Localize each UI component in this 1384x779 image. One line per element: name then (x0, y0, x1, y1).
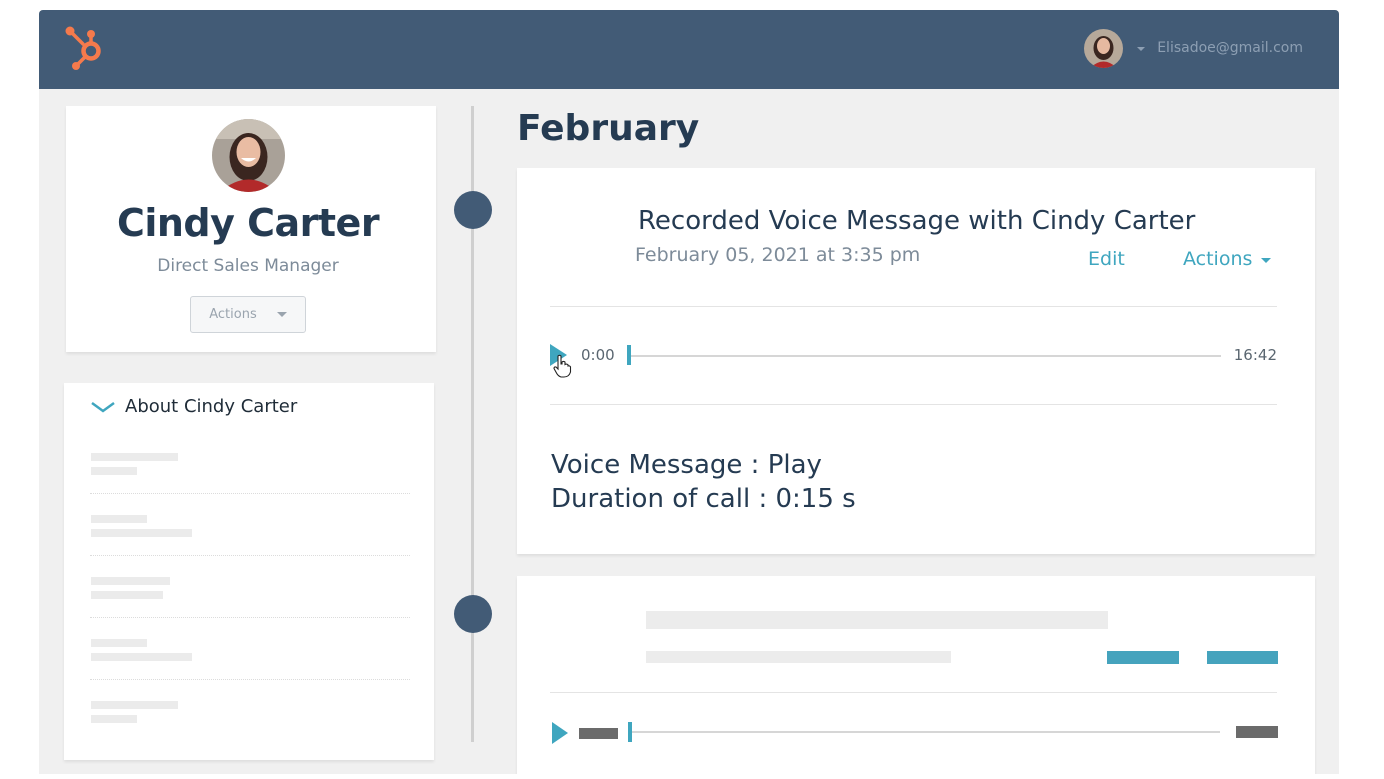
placeholder-title (646, 611, 1108, 629)
timeline-month-heading: February (517, 108, 700, 149)
chevron-down-icon[interactable] (90, 399, 116, 415)
event-actions-dropdown[interactable]: Actions (1183, 248, 1272, 270)
placeholder-edit-link[interactable] (1107, 651, 1179, 664)
profile-actions-label: Actions (209, 307, 257, 322)
divider (550, 692, 1277, 693)
contact-name: Cindy Carter (116, 201, 380, 245)
about-section: About Cindy Carter (64, 383, 434, 760)
event-title: Recorded Voice Message with Cindy Carter (638, 206, 1196, 236)
placeholder-date (646, 651, 951, 663)
placeholder-value (91, 467, 137, 475)
total-time: 16:42 (1233, 346, 1277, 364)
top-navigation-bar: Elisadoe@gmail.com (39, 10, 1339, 89)
progress-scrubber[interactable] (627, 345, 631, 365)
placeholder-label (91, 577, 170, 585)
profile-card: Cindy Carter Direct Sales Manager Action… (66, 106, 436, 352)
placeholder-value (91, 591, 163, 599)
placeholder-event-card (517, 576, 1315, 774)
progress-track[interactable] (631, 731, 1220, 733)
divider (90, 555, 410, 556)
call-duration: Duration of call : 0:15 s (551, 484, 856, 514)
placeholder-total-time (1236, 726, 1278, 738)
contact-job-title: Direct Sales Manager (157, 256, 339, 276)
current-time: 0:00 (581, 346, 615, 364)
divider (550, 404, 1277, 405)
pointer-hand-cursor-icon (553, 354, 572, 378)
edit-event-link[interactable]: Edit (1088, 248, 1125, 270)
caret-down-icon (276, 312, 287, 317)
audio-player: 0:00 16:42 (550, 343, 1277, 378)
voice-message-status: Voice Message : Play (551, 450, 822, 480)
about-section-toggle[interactable]: About Cindy Carter (90, 396, 297, 417)
divider (90, 617, 410, 618)
progress-track[interactable] (629, 355, 1221, 357)
divider (90, 493, 410, 494)
placeholder-label (91, 639, 147, 647)
user-avatar[interactable] (1084, 28, 1124, 68)
user-menu[interactable]: Elisadoe@gmail.com (1084, 28, 1303, 68)
placeholder-current-time (579, 728, 618, 739)
divider (90, 679, 410, 680)
profile-avatar (212, 119, 285, 192)
app-window: Elisadoe@gmail.com Cindy Carter Direct S… (39, 10, 1339, 774)
placeholder-label (91, 701, 178, 709)
profile-actions-dropdown[interactable]: Actions (190, 296, 306, 333)
placeholder-label (91, 453, 178, 461)
placeholder-label (91, 515, 147, 523)
voice-message-event-card: Recorded Voice Message with Cindy Carter… (517, 168, 1315, 554)
caret-down-icon[interactable] (1137, 47, 1146, 51)
caret-down-icon (1261, 258, 1272, 263)
progress-scrubber[interactable] (628, 722, 632, 742)
divider (550, 306, 1277, 307)
hubspot-logo-icon[interactable] (61, 24, 107, 70)
placeholder-value (91, 715, 137, 723)
user-email[interactable]: Elisadoe@gmail.com (1157, 40, 1303, 56)
event-timestamp: February 05, 2021 at 3:35 pm (635, 244, 921, 266)
event-actions-label: Actions (1183, 248, 1253, 270)
placeholder-actions-link[interactable] (1207, 651, 1278, 664)
placeholder-value (91, 653, 192, 661)
event-details: Voice Message : Play Duration of call : … (551, 448, 856, 516)
timeline-marker (454, 595, 492, 633)
timeline-marker (454, 191, 492, 229)
about-section-title: About Cindy Carter (125, 396, 298, 417)
placeholder-value (91, 529, 192, 537)
play-icon[interactable] (552, 722, 568, 744)
